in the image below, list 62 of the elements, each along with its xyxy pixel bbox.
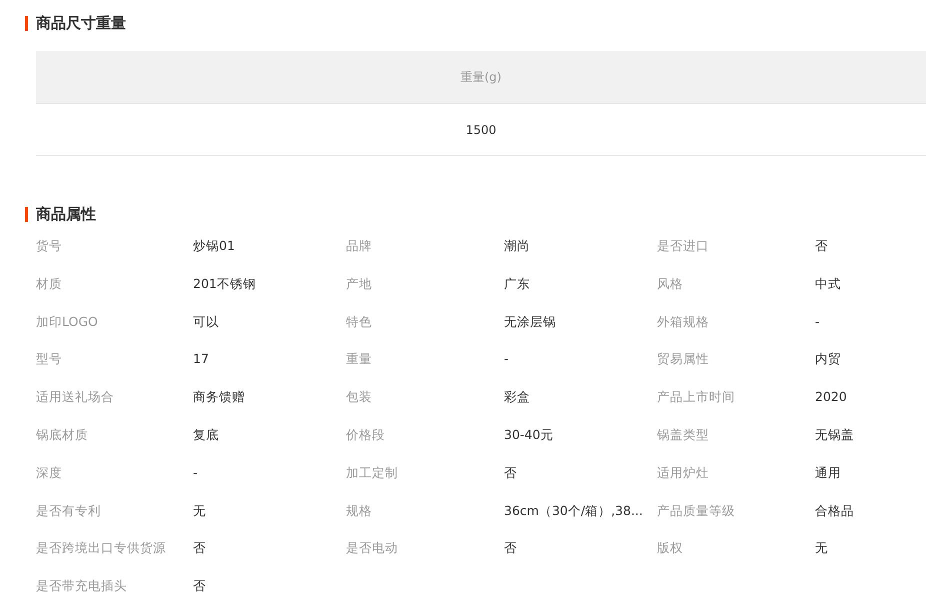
attribute-value: 无 [815,540,828,556]
attribute-label: 贸易属性 [657,351,709,366]
section-title: 商品尺寸重量 [36,14,126,33]
table-cell: 1500 [36,104,926,156]
attribute-value: 无锅盖 [815,426,854,442]
attribute-value: 通用 [815,464,841,480]
attribute-value: 中式 [815,276,841,291]
attribute-label: 是否电动 [346,540,398,556]
attribute-value: 否 [193,540,206,556]
accent-bar [25,16,28,31]
column-header: 重量(g) [36,51,926,104]
attribute-label: 是否进口 [657,238,709,253]
attribute-label: 加印LOGO [36,314,98,329]
attribute-value: 否 [193,578,206,594]
attribute-value: 可以 [193,314,219,329]
attribute-label: 外箱规格 [657,314,709,329]
attribute-value: 商务馈赠 [193,389,245,404]
attribute-value: 内贸 [815,351,841,366]
attribute-value: 否 [815,238,828,253]
attribute-value: - [193,464,198,480]
attribute-value: 合格品 [815,502,854,518]
attribute-value: 17 [193,351,209,366]
attribute-label: 是否带充电插头 [36,578,127,594]
attribute-value: 36cm（30个/箱）,38... [504,502,643,518]
attribute-value: 广东 [504,276,530,291]
attribute-label: 锅盖类型 [657,426,709,442]
attribute-label: 重量 [346,351,372,366]
attribute-label: 适用送礼场合 [36,389,114,404]
attribute-label: 产品上市时间 [657,389,735,404]
attribute-value: 潮尚 [504,238,530,253]
attribute-value: 炒锅01 [193,238,235,253]
section-title: 商品属性 [36,205,96,224]
attribute-label: 是否有专利 [36,502,101,518]
attribute-label: 适用炉灶 [657,464,709,480]
attribute-label: 风格 [657,276,683,291]
attribute-label: 规格 [346,502,372,518]
attribute-label: 深度 [36,464,62,480]
attribute-label: 价格段 [346,426,385,442]
attribute-value: 201不锈钢 [193,276,256,291]
attribute-value: 30-40元 [504,426,554,442]
attribute-label: 特色 [346,314,372,329]
attribute-value: 无 [193,502,206,518]
attribute-label: 加工定制 [346,464,398,480]
attribute-label: 材质 [36,276,62,291]
attribute-label: 是否跨境出口专供货源 [36,540,166,556]
attribute-value: 2020 [815,389,847,404]
attribute-label: 货号 [36,238,62,253]
attribute-label: 型号 [36,351,62,366]
attribute-value: 否 [504,540,517,556]
attribute-value: 无涂层锅 [504,314,556,329]
attribute-label: 包装 [346,389,372,404]
attribute-label: 产品质量等级 [657,502,735,518]
attribute-value: - [815,314,820,329]
attribute-value: 复底 [193,426,219,442]
attribute-label: 产地 [346,276,372,291]
accent-bar [25,207,28,222]
attribute-value: 否 [504,464,517,480]
attribute-value: - [504,351,509,366]
attribute-label: 品牌 [346,238,372,253]
attribute-label: 版权 [657,540,683,556]
attribute-label: 锅底材质 [36,426,88,442]
attribute-value: 彩盒 [504,389,530,404]
